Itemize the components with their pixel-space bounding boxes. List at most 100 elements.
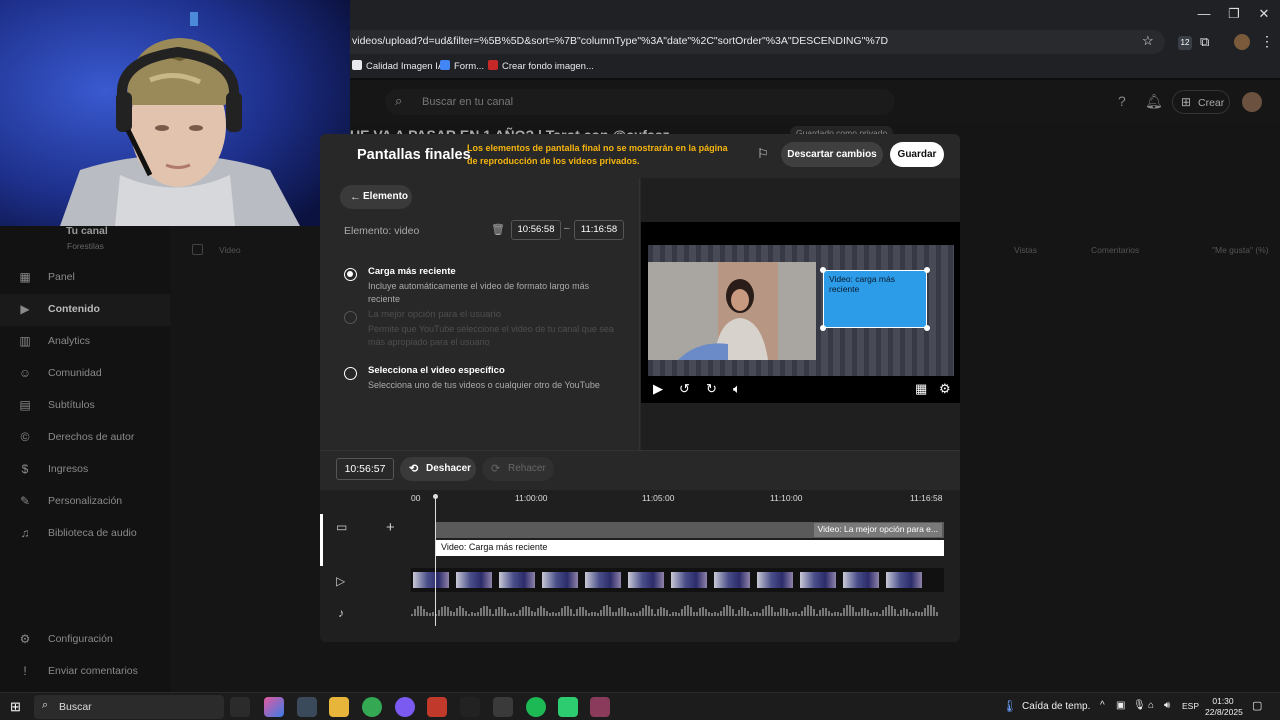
create-button[interactable]: ⊞ Crear bbox=[1172, 90, 1230, 114]
notifications-icon[interactable]: ▢ bbox=[1252, 699, 1262, 712]
column-header-video[interactable]: Video bbox=[219, 245, 241, 255]
redo-button[interactable]: ⟳ Rehacer bbox=[482, 457, 554, 481]
tray-app-icon[interactable]: ▣ bbox=[1116, 700, 1125, 711]
minimize-icon[interactable]: — bbox=[1194, 6, 1214, 21]
channel-name[interactable]: Tu canal bbox=[66, 225, 108, 237]
microphone-icon[interactable]: 🎙︎ bbox=[1133, 700, 1146, 711]
taskbar-search-input[interactable]: ⌕ Buscar bbox=[34, 695, 224, 719]
extensions-icon[interactable]: ⧉ bbox=[1200, 34, 1209, 50]
resize-handle[interactable] bbox=[924, 267, 930, 273]
volume-icon[interactable]: 🔈︎ bbox=[733, 381, 741, 397]
extension-badge[interactable]: 12 bbox=[1178, 36, 1192, 50]
rewind-10-icon[interactable]: ↺ bbox=[679, 381, 690, 397]
option-title: Carga más reciente bbox=[368, 266, 456, 277]
channel-search-input[interactable]: ⌕ Buscar en tu canal bbox=[385, 89, 895, 115]
network-icon[interactable]: ⌂ bbox=[1148, 700, 1154, 711]
radio-specific-video[interactable] bbox=[344, 367, 357, 380]
app-icon[interactable] bbox=[297, 697, 317, 717]
discard-changes-button[interactable]: Descartar cambios bbox=[781, 142, 883, 167]
best-for-viewer-element-chip[interactable]: Video: La mejor opción para e... bbox=[813, 523, 942, 537]
waveform-bar bbox=[441, 607, 443, 616]
bookmark-item[interactable]: Calidad Imagen IA bbox=[352, 60, 444, 72]
search-icon: ⌕ bbox=[395, 93, 403, 108]
bookmark-item[interactable]: Form... bbox=[440, 60, 484, 72]
waveform-bar bbox=[630, 613, 632, 616]
app-icon[interactable] bbox=[493, 697, 513, 717]
sidebar-item-subtitles[interactable]: ▤ Subtítulos bbox=[0, 390, 170, 422]
app-icon[interactable] bbox=[558, 697, 578, 717]
account-avatar[interactable] bbox=[1242, 92, 1262, 112]
video-filmstrip-track[interactable] bbox=[411, 568, 944, 592]
browser-menu-icon[interactable]: ⋮ bbox=[1260, 33, 1274, 50]
element-end-time-input[interactable]: 11:16:58 bbox=[574, 220, 624, 240]
file-explorer-icon[interactable] bbox=[329, 697, 349, 717]
undo-button[interactable]: ⟲ Deshacer bbox=[400, 457, 476, 481]
waveform-bar bbox=[642, 607, 644, 616]
help-icon[interactable]: ? bbox=[1118, 93, 1126, 109]
chrome-icon[interactable] bbox=[362, 697, 382, 717]
waveform-bar bbox=[570, 609, 572, 616]
capcut-icon[interactable] bbox=[460, 697, 480, 717]
pinterest-favicon-icon bbox=[488, 60, 498, 70]
sidebar-item-customization[interactable]: ✎ Personalización bbox=[0, 486, 170, 518]
forward-10-icon[interactable]: ↻ bbox=[706, 381, 717, 397]
sidebar-item-settings[interactable]: ⚙ Configuración bbox=[0, 624, 170, 656]
sidebar-item-feedback[interactable]: ! Enviar comentarios bbox=[0, 656, 170, 688]
endscreen-element-track[interactable]: Video: La mejor opción para e... bbox=[435, 522, 944, 538]
profile-avatar[interactable] bbox=[1234, 34, 1250, 50]
close-window-icon[interactable]: ✕ bbox=[1254, 6, 1274, 22]
add-element-icon[interactable]: + bbox=[386, 519, 395, 536]
language-indicator[interactable]: ESP bbox=[1182, 701, 1199, 711]
app-icon[interactable] bbox=[427, 697, 447, 717]
task-view-icon[interactable] bbox=[230, 697, 250, 717]
preview-endscreen-element[interactable]: Video: carga más reciente bbox=[820, 267, 930, 331]
save-button[interactable]: Guardar bbox=[890, 142, 944, 167]
tray-chevron-icon[interactable]: ^ bbox=[1100, 700, 1105, 711]
sidebar-item-audio-library[interactable]: ♫ Biblioteca de audio bbox=[0, 518, 170, 550]
waveform-bar bbox=[732, 609, 734, 616]
sidebar-item-content[interactable]: ▶ Contenido bbox=[0, 294, 170, 326]
address-bar[interactable]: videos/upload?d=ud&filter=%5B%5D&sort=%7… bbox=[340, 30, 1165, 54]
app-icon[interactable] bbox=[590, 697, 610, 717]
element-start-time-input[interactable]: 10:56:58 bbox=[511, 220, 561, 240]
playhead[interactable] bbox=[435, 496, 436, 626]
resize-handle[interactable] bbox=[924, 325, 930, 331]
timeline-editor[interactable]: 00 11:00:00 11:05:00 11:10:00 11:16:58 ▭… bbox=[320, 490, 960, 642]
column-header-comments[interactable]: Comentarios bbox=[1091, 245, 1139, 255]
sidebar-item-copyright[interactable]: © Derechos de autor bbox=[0, 422, 170, 454]
select-all-checkbox[interactable] bbox=[192, 244, 203, 255]
sidebar-item-analytics[interactable]: ▥ Analytics bbox=[0, 326, 170, 358]
play-icon[interactable]: ▶ bbox=[653, 381, 663, 397]
latest-upload-element-bar[interactable]: Video: Carga más reciente bbox=[435, 540, 944, 556]
notifications-icon[interactable]: 🔔︎ bbox=[1145, 93, 1163, 110]
radio-latest-upload[interactable] bbox=[344, 268, 357, 281]
delete-element-icon[interactable]: 🗑︎ bbox=[491, 223, 505, 236]
resize-handle[interactable] bbox=[820, 267, 826, 273]
sidebar-item-community[interactable]: ☺ Comunidad bbox=[0, 358, 170, 390]
app-icon[interactable] bbox=[395, 697, 415, 717]
bookmark-star-icon[interactable]: ☆ bbox=[1142, 33, 1154, 49]
windows-start-icon[interactable]: ⊞ bbox=[10, 699, 21, 715]
current-time-input[interactable]: 10:56:57 bbox=[336, 458, 394, 480]
weather-widget[interactable]: Caída de temp. bbox=[1022, 701, 1090, 712]
waveform-bar bbox=[708, 612, 710, 616]
maximize-icon[interactable]: ❐ bbox=[1224, 6, 1244, 22]
audio-waveform-track[interactable] bbox=[411, 598, 944, 624]
copilot-icon[interactable] bbox=[264, 697, 284, 717]
url-text[interactable]: videos/upload?d=ud&filter=%5B%5D&sort=%7… bbox=[352, 35, 888, 47]
send-feedback-flag-icon[interactable]: ⚐ bbox=[757, 146, 769, 162]
player-settings-icon[interactable]: ⚙ bbox=[939, 381, 951, 397]
volume-icon[interactable]: 🔊︎ bbox=[1164, 700, 1170, 711]
column-header-likes[interactable]: "Me gusta" (%) bbox=[1212, 245, 1269, 255]
sidebar-item-panel[interactable]: ▦ Panel bbox=[0, 262, 170, 294]
clock[interactable]: 01:30 22/8/2025 bbox=[1205, 696, 1243, 718]
bookmark-item[interactable]: Crear fondo imagen... bbox=[488, 60, 594, 72]
time-range-separator: – bbox=[564, 223, 570, 234]
spotify-icon[interactable] bbox=[526, 697, 546, 717]
sidebar-item-earn[interactable]: $ Ingresos bbox=[0, 454, 170, 486]
resize-handle[interactable] bbox=[820, 325, 826, 331]
grid-icon[interactable]: ▦ bbox=[915, 381, 927, 397]
column-header-views[interactable]: Vistas bbox=[1014, 245, 1037, 255]
back-to-elements-button[interactable]: ← Elemento bbox=[340, 185, 412, 209]
video-preview-player[interactable]: Video: carga más reciente ▶ ↺ ↻ 🔈︎ ▦ ⚙ bbox=[641, 222, 960, 403]
